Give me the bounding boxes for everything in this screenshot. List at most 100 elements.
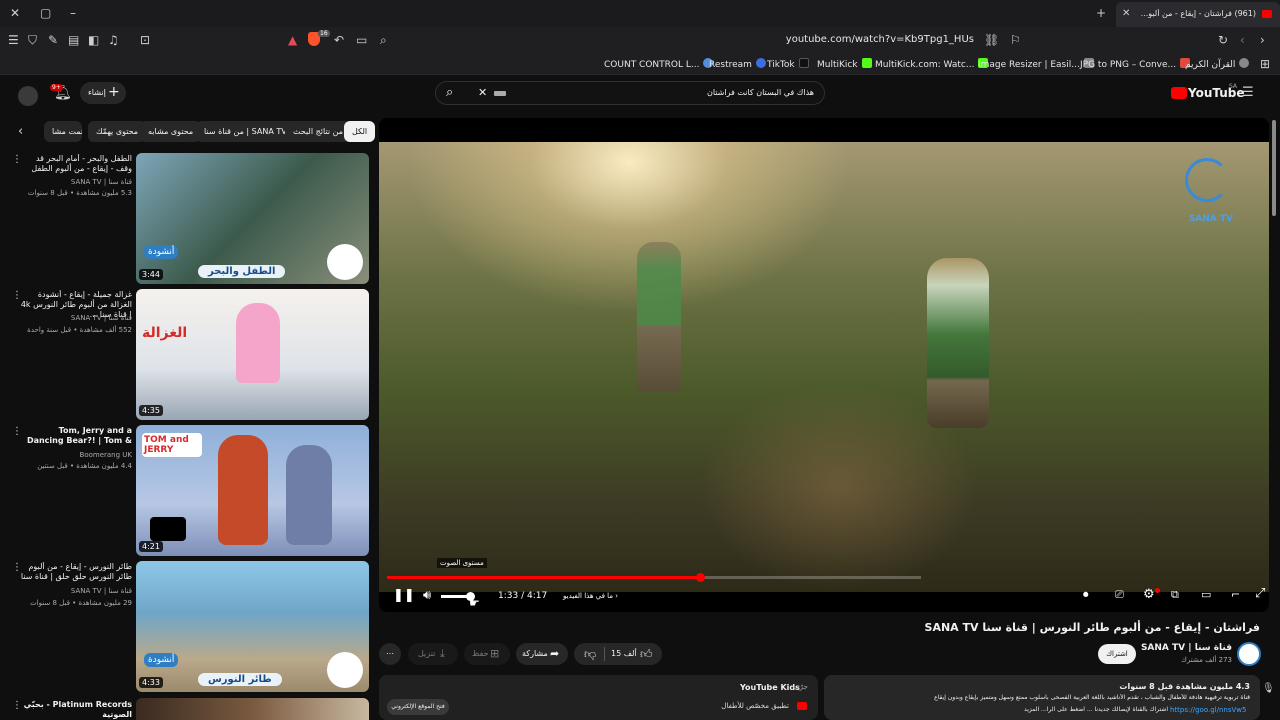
download-button[interactable]: تنزيل ⤓ [408,643,458,665]
sidebar-icon[interactable]: ◧ [88,33,99,47]
subtitles-icon[interactable]: ⎚ [1115,588,1124,602]
bookmarks-menu-icon[interactable]: ⊞ [1260,57,1270,71]
close-window-icon[interactable]: ✕ [10,6,20,20]
warning-icon[interactable]: ▲ [288,33,297,47]
channel-avatar[interactable] [1237,642,1261,666]
search-input[interactable]: هذاك في البستان كانت فراشتان [707,88,814,97]
subscribe-button[interactable]: اشتراك [1098,644,1136,664]
chip-all[interactable]: الكل [344,121,376,142]
minimize-window-icon[interactable]: – [70,6,76,20]
progress-track[interactable] [387,573,921,582]
chip[interactable]: من قناة سنا | SANA TV [196,121,295,142]
description-box[interactable]: 4.3 مليون مشاهدة قبل 8 سنوات قناة تربوية… [824,675,1260,720]
pause-icon[interactable]: ❚❚ [393,588,415,603]
create-button[interactable]: إنشاء + [80,82,126,104]
chip[interactable]: تمت مشا... [44,121,82,142]
keyboard-icon[interactable] [494,91,506,96]
cast-icon[interactable]: ⌐ [1231,588,1240,601]
video-title[interactable]: الطفل والبحر - أمام البحر قد وقف - إيقاع… [20,154,132,174]
chevron-left-icon[interactable]: ‹ [18,125,23,139]
brush-icon[interactable]: ✎ [48,33,58,47]
bookmark-item[interactable]: TikTok [767,58,809,70]
chip[interactable]: محتوى يهمّك [88,121,147,142]
bookmark-icon[interactable]: ⚐ [1010,33,1021,47]
channel-name[interactable]: قناة سنا | SANA TV [20,314,132,322]
volume-slider[interactable] [441,592,475,601]
back-arrow-icon[interactable]: ↶ [334,33,344,47]
active-tab[interactable]: ✕ (961) فراشتان - إيقاع - من ألبو... [1116,2,1280,27]
link-icon[interactable]: ⛓ [984,33,999,47]
chapter-label[interactable]: ما في هذا الفيديو › [563,592,618,600]
channel-name[interactable]: قناة سنا | SANA TV [20,587,132,595]
miniplayer-icon[interactable]: ⧉ [1171,588,1179,602]
avatar[interactable] [18,86,38,106]
like-icon[interactable]: 👍︎ [640,647,653,661]
chip[interactable]: محتوى مشابه [140,121,202,142]
video-player[interactable]: SANA TV مستوى الصوت ❚❚ 🔊︎ ☛ 1:33 / 4:17 … [379,118,1269,612]
volume-icon[interactable]: 🔊︎ [423,588,431,603]
more-actions-icon[interactable]: ⋮ [12,426,22,437]
more-actions-icon[interactable]: ⋮ [12,290,22,301]
hd-badge [1155,588,1160,593]
maximize-window-icon[interactable]: ▢ [40,6,51,20]
bookmark-item[interactable]: MultiKick [817,58,872,70]
channel-name[interactable]: قناة سنا | SANA TV [1141,643,1232,653]
bookmark-item[interactable]: Image Resizer | Easil... [978,58,1094,70]
screenshot-icon[interactable]: ⊡ [140,33,150,47]
theater-mode-icon[interactable]: ▭ [1201,588,1211,601]
close-tab-icon[interactable]: ✕ [1122,7,1130,21]
shield-icon[interactable]: ⛉ [28,33,37,47]
back-icon[interactable]: ‹ [1240,33,1245,47]
like-count[interactable]: 15 ألف [611,649,637,658]
bookmark-item[interactable]: MultiKick.com: Watc... [875,58,989,70]
dislike-icon[interactable]: 👎︎ [584,647,596,661]
share-label: مشاركة [522,649,548,658]
address-bar-url[interactable]: youtube.com/watch?v=Kb9Tpg1_HUs [760,34,974,45]
search-icon[interactable]: ⌕ [446,85,453,100]
video-title[interactable]: Platinum Records - بحبّي الصوتية [20,700,132,720]
bookmark-item[interactable]: JPG to PNG – Conve... [1080,58,1191,70]
video-thumbnail[interactable]: الغزالة 4:35 [136,289,369,420]
more-actions-button[interactable]: ⋯ [379,643,401,665]
bookmark-item[interactable]: COUNT CONTROL L... [604,58,714,70]
search-icon[interactable]: ⌕ [380,33,387,47]
music-icon[interactable]: ♫ [108,33,119,47]
reading-list-icon[interactable]: ▭ [356,33,367,47]
reload-icon[interactable]: ↻ [1218,33,1228,47]
more-actions-icon[interactable]: ⋮ [12,154,22,165]
new-tab-icon[interactable]: + [1096,6,1106,20]
youtube-kids-card[interactable]: YouTube Kids جرّب تطبيق مخصّص للأطفال فت… [379,675,818,720]
reader-icon[interactable]: ▤ [68,33,79,47]
youtube-logo-icon[interactable] [1171,87,1187,99]
search-bar[interactable]: ⌕ ✕ هذاك في البستان كانت فراشتان [435,81,825,105]
progress-scrubber[interactable] [695,573,705,582]
video-title[interactable]: طائر النورس - إيقاع - من ألبوم طائر النو… [20,562,132,582]
guide-menu-icon[interactable]: ☰ [1242,86,1254,100]
menu-icon[interactable]: ☰ [8,33,19,47]
fullscreen-icon[interactable]: ⤢ [1255,586,1265,601]
settings-icon[interactable]: ⚙ [1143,587,1155,602]
youtube-favicon-icon [1262,10,1272,18]
video-thumbnail[interactable] [136,698,369,720]
video-thumbnail[interactable]: أنشودة طائر النورس 4:33 [136,561,369,692]
forward-icon[interactable]: › [1260,33,1265,47]
description-link[interactable]: https://goo.gl/nnsVw5 [1170,706,1246,714]
autoplay-toggle-icon[interactable]: ⏺ [1083,588,1089,602]
share-button[interactable]: مشاركة ➦ [516,643,568,665]
more-actions-icon[interactable]: ⋮ [12,562,22,573]
bookmark-item[interactable]: Restream [709,58,766,70]
more-actions-icon[interactable]: ⋮ [12,700,22,711]
clear-search-icon[interactable]: ✕ [478,86,487,99]
open-website-button[interactable]: فتح الموقع الإلكتروني [387,699,449,715]
video-thumbnail[interactable]: TOM and JERRY 4:21 [136,425,369,556]
bookmark-item[interactable]: القرآن الكريم [1185,58,1250,70]
video-title[interactable]: Tom, Jerry and a Dancing Bear?! | Tom & … [20,426,132,446]
video-frame[interactable]: SANA TV [379,142,1269,592]
page-scrollbar[interactable] [1272,120,1276,216]
video-thumbnail[interactable]: أنشودة الطفل والبحر 3:44 [136,153,369,284]
chip[interactable]: من نتائج البحث [285,121,352,142]
save-button[interactable]: حفظ ⊞ [464,643,510,665]
channel-name[interactable]: Boomerang UK [20,451,132,459]
channel-name[interactable]: قناة سنا | SANA TV [20,178,132,186]
microphone-icon[interactable]: 🎙︎ [1262,682,1275,696]
